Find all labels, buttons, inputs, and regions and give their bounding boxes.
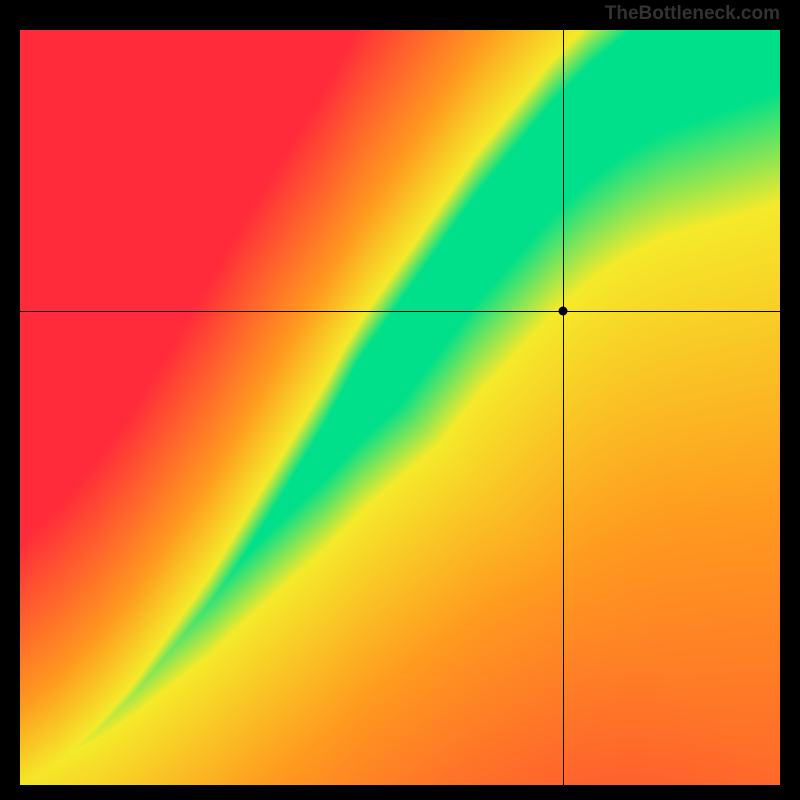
horizontal-crosshair — [20, 311, 780, 312]
plot-area — [20, 30, 780, 785]
chart-container: TheBottleneck.com — [0, 0, 800, 800]
heatmap-canvas — [20, 30, 780, 785]
watermark-text: TheBottleneck.com — [605, 3, 780, 25]
vertical-crosshair — [563, 30, 564, 785]
selection-marker — [559, 307, 568, 316]
